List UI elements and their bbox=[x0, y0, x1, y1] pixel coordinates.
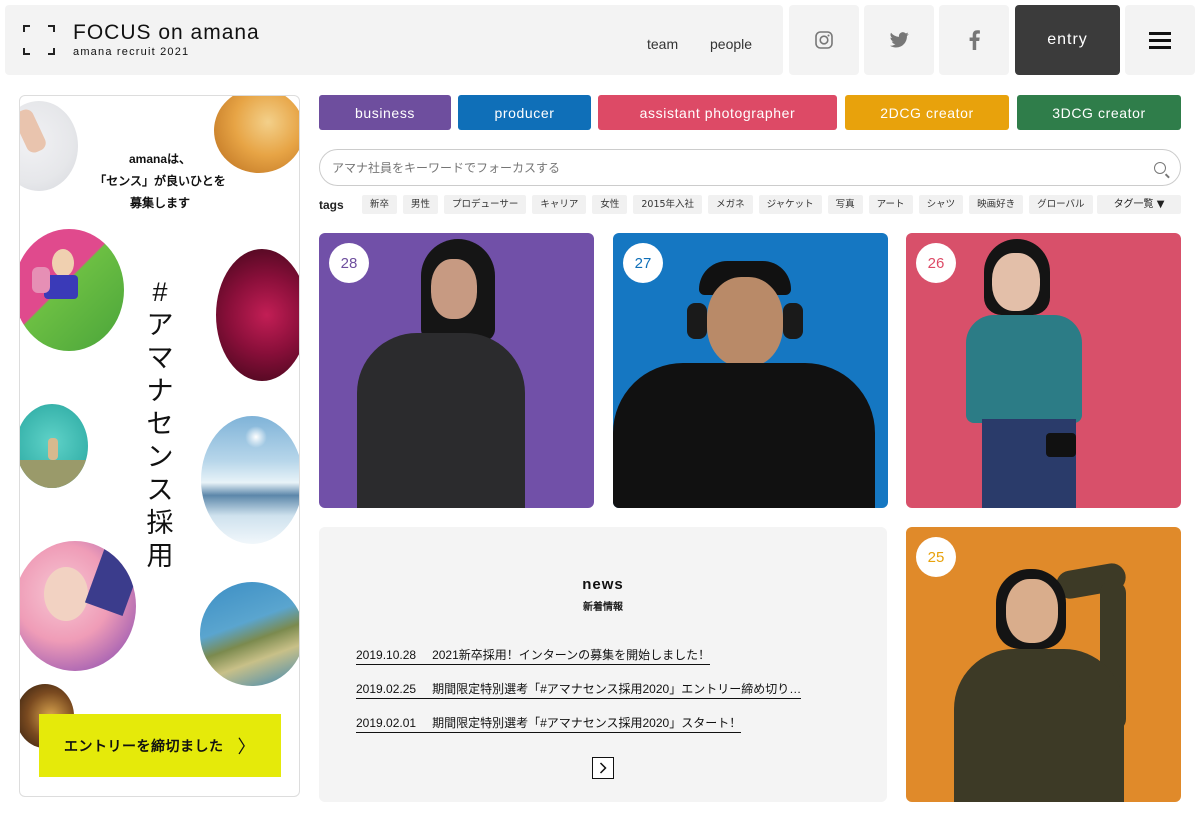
tag-item[interactable]: キャリア bbox=[532, 195, 587, 214]
photo-circle-dahlia bbox=[216, 249, 299, 381]
tag-item[interactable]: 写真 bbox=[827, 195, 863, 214]
hashtag-char: # bbox=[152, 277, 168, 307]
hashtag-char: マ bbox=[146, 343, 174, 373]
tag-item[interactable]: プロデューサー bbox=[444, 195, 527, 214]
menu-button[interactable] bbox=[1125, 5, 1195, 75]
tag-item[interactable]: ジャケット bbox=[758, 195, 822, 214]
site-subtitle: amana recruit 2021 bbox=[73, 46, 190, 58]
news-item-link[interactable]: 2019.02.25 期間限定特別選考「#アマナセンス採用2020」エントリー締め… bbox=[356, 680, 802, 699]
twitter-button[interactable] bbox=[864, 5, 934, 75]
news-item-link[interactable]: 2019.10.28 2021新卒採用！インターンの募集を開始しました！ bbox=[356, 646, 711, 665]
facebook-icon bbox=[969, 30, 980, 50]
banner-line: 募集します bbox=[129, 196, 190, 210]
hashtag-char: 採 bbox=[146, 508, 174, 538]
news-text: 期間限定特別選考「#アマナセンス採用2020」スタート！ bbox=[432, 716, 742, 730]
news-text: 期間限定特別選考「#アマナセンス採用2020」エントリー締め切り… bbox=[432, 682, 802, 696]
chevron-right-icon: 〉 bbox=[237, 736, 256, 757]
sense-recruit-banner[interactable]: amanaは、 「センス」が良いひとを 募集します # ア マ ナ セ ン ス … bbox=[19, 95, 300, 797]
news-title: news bbox=[582, 576, 624, 593]
photo-circle-mountain bbox=[201, 416, 299, 544]
entry-closed-button[interactable]: エントリーを締切ました 〉 bbox=[39, 714, 281, 777]
person-card[interactable]: 25 bbox=[906, 527, 1181, 802]
tag-item[interactable]: 新卒 bbox=[362, 195, 398, 214]
nav-team-link[interactable]: team bbox=[647, 36, 678, 52]
hashtag-char: ン bbox=[146, 442, 174, 472]
instagram-icon bbox=[815, 31, 833, 49]
keyword-search-box bbox=[319, 149, 1181, 186]
person-number-badge: 27 bbox=[623, 243, 663, 283]
tag-item[interactable]: メガネ bbox=[708, 195, 753, 214]
news-item-link[interactable]: 2019.02.01 期間限定特別選考「#アマナセンス採用2020」スタート！ bbox=[356, 714, 742, 733]
news-date: 2019.10.28 bbox=[356, 648, 417, 662]
keyword-search-input[interactable] bbox=[332, 150, 1132, 185]
category-producer-button[interactable]: producer bbox=[458, 95, 591, 130]
search-icon[interactable] bbox=[1154, 162, 1166, 174]
person-card[interactable]: 28 bbox=[319, 233, 594, 508]
hashtag-char: 用 bbox=[146, 541, 174, 571]
news-text: 2021新卒採用！インターンの募集を開始しました！ bbox=[432, 648, 711, 662]
news-date: 2019.02.01 bbox=[356, 716, 417, 730]
person-card[interactable]: 27 bbox=[613, 233, 888, 508]
site-title[interactable]: FOCUS on amana bbox=[73, 21, 260, 45]
page: FOCUS on amana amana recruit 2021 team p… bbox=[0, 0, 1200, 816]
chevron-right-icon bbox=[599, 762, 607, 774]
tags-label: tags bbox=[319, 198, 344, 212]
tag-item[interactable]: 女性 bbox=[592, 195, 628, 214]
person-number-badge: 25 bbox=[916, 537, 956, 577]
category-3dcg-creator-button[interactable]: 3DCG creator bbox=[1017, 95, 1181, 130]
entry-closed-label: エントリーを締切ました bbox=[64, 737, 224, 754]
person-number-badge: 26 bbox=[916, 243, 956, 283]
logo-frame-icon[interactable] bbox=[23, 25, 55, 55]
tag-item[interactable]: シャツ bbox=[918, 195, 964, 214]
news-panel: news 新着情報 2019.10.28 2021新卒採用！インターンの募集を開始… bbox=[319, 527, 887, 802]
photo-circle-coast bbox=[200, 582, 299, 686]
twitter-icon bbox=[889, 32, 909, 48]
nav-people-link[interactable]: people bbox=[710, 36, 752, 52]
photo-circle-dancer bbox=[20, 229, 124, 351]
news-more-button[interactable] bbox=[592, 757, 614, 779]
news-date: 2019.02.25 bbox=[356, 682, 417, 696]
hashtag-char: ア bbox=[146, 310, 174, 340]
tag-list: 新卒 男性 プロデューサー キャリア 女性 2015年入社 メガネ ジャケット … bbox=[362, 195, 1093, 214]
entry-button[interactable]: entry bbox=[1015, 5, 1120, 75]
tag-list-dropdown[interactable]: タグ一覧 ▼ bbox=[1097, 195, 1181, 214]
vertical-hashtag: # ア マ ナ セ ン ス 採 用 bbox=[142, 276, 178, 573]
photo-circle-jumper bbox=[20, 404, 88, 488]
news-subtitle: 新着情報 bbox=[583, 602, 623, 613]
hamburger-menu-icon bbox=[1149, 28, 1171, 53]
category-assistant-photographer-button[interactable]: assistant photographer bbox=[598, 95, 837, 130]
hashtag-char: ナ bbox=[146, 376, 174, 406]
tag-item[interactable]: 2015年入社 bbox=[633, 195, 703, 214]
banner-copy: amanaは、 「センス」が良いひとを 募集します bbox=[80, 148, 240, 214]
person-card[interactable]: 26 bbox=[906, 233, 1181, 508]
instagram-button[interactable] bbox=[789, 5, 859, 75]
hashtag-char: ス bbox=[146, 475, 174, 505]
facebook-button[interactable] bbox=[939, 5, 1009, 75]
header-bar: FOCUS on amana amana recruit 2021 team p… bbox=[5, 5, 783, 75]
tag-item[interactable]: 男性 bbox=[403, 195, 439, 214]
banner-line: 「センス」が良いひとを bbox=[94, 174, 226, 188]
banner-line: amanaは、 bbox=[128, 152, 192, 166]
tag-item[interactable]: 映画好き bbox=[969, 195, 1024, 214]
person-number-badge: 28 bbox=[329, 243, 369, 283]
category-2dcg-creator-button[interactable]: 2DCG creator bbox=[845, 95, 1009, 130]
photo-circle-hand bbox=[20, 101, 78, 191]
hashtag-char: セ bbox=[146, 409, 174, 439]
category-business-button[interactable]: business bbox=[319, 95, 451, 130]
photo-circle-pink-portrait bbox=[20, 541, 136, 671]
tag-item[interactable]: グローバル bbox=[1029, 195, 1093, 214]
tag-item[interactable]: アート bbox=[868, 195, 913, 214]
